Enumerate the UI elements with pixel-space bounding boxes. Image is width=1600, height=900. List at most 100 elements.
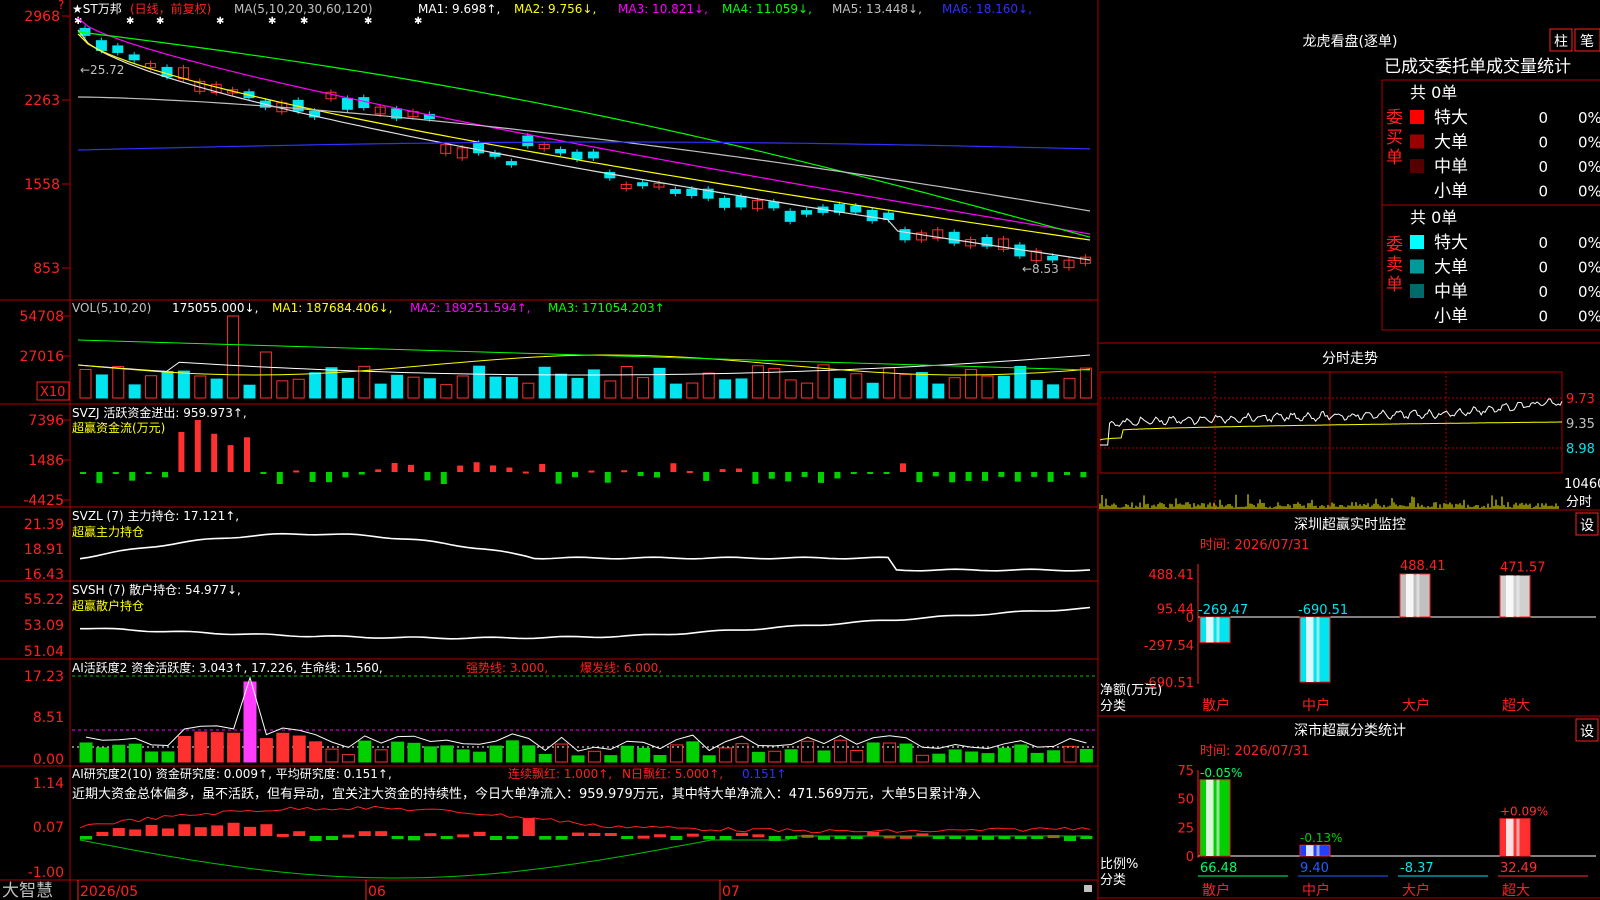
research-bar: [818, 836, 830, 840]
bar-shine: [1206, 617, 1214, 643]
volume-bar: [227, 315, 240, 399]
activity-bar: [456, 749, 470, 763]
candle-body: [801, 210, 813, 215]
svg-text:✱: ✱: [364, 16, 372, 27]
volume-bar: [817, 364, 830, 399]
change-label: +0.09%: [1500, 805, 1548, 819]
activity-bar: [145, 751, 159, 763]
activity-bar: [194, 731, 208, 763]
bar-value-label: -690.51: [1298, 603, 1348, 618]
candle-body: [784, 210, 796, 222]
ai-activity-y-axis: 17.23 8.51 0.00: [24, 669, 64, 768]
ratio-bars: -0.05% 66.48 散户 -0.13% 9.40 中户 -8.37 大户 +0.09% 32…: [1198, 766, 1588, 899]
bar-shine: [1506, 818, 1514, 856]
order-percent: 0%: [1578, 283, 1600, 301]
research-bar: [375, 831, 388, 836]
order-type-label: 中单: [1434, 282, 1468, 302]
flow-bar: [490, 465, 496, 472]
flow-bar: [276, 472, 283, 485]
flow-bar: [309, 472, 316, 482]
lock-icon[interactable]: [1084, 885, 1092, 892]
research-green-line: [79, 835, 1090, 879]
flow-bar: [572, 472, 578, 478]
ai-research-y-axis: 1.14 0.07 -1.00: [28, 776, 64, 881]
order-percent: 0%: [1578, 234, 1600, 252]
order-type-label: 特大: [1434, 233, 1468, 253]
activity-bar: [620, 745, 634, 763]
order-count: 0: [1538, 283, 1548, 301]
research-bar: [473, 831, 486, 836]
flow-bar: [358, 472, 365, 475]
flow-bar: [654, 472, 660, 478]
activity-bar: [1079, 749, 1093, 763]
candle-body: [866, 209, 878, 222]
flow-bar: [834, 472, 841, 479]
volume-bar: [1047, 384, 1060, 399]
change-label: -0.13%: [1300, 831, 1342, 845]
order-count: 0: [1538, 158, 1548, 176]
research-bar: [194, 827, 207, 836]
order-count: 0: [1538, 234, 1548, 252]
retail-holding-line: [80, 606, 1091, 640]
activity-bar: [850, 749, 864, 763]
activity-bar: [866, 742, 880, 763]
ai-research-header: AI研究度2(10) 资金研究度: 0.009↑, 平均研究度: 0.151↑,…: [72, 766, 981, 802]
y-tick-label: 1.14: [33, 776, 64, 792]
order-count: 0: [1538, 308, 1548, 326]
stats-time: 时间: 2026/07/31: [1200, 744, 1309, 759]
ma-label: MA5: 13.448↓,: [832, 2, 922, 16]
activity-bar: [719, 747, 733, 763]
dragon-header: 已成交委托单成交量统计: [1384, 57, 1571, 77]
activity-bar: [833, 739, 847, 763]
ai-research-title: AI研究度2(10) 资金研究度: 0.009↑, 平均研究度: 0.151↑,: [72, 766, 392, 781]
svzl-header: SVZL (7) 主力持仓: 17.121↑, 超赢主力持仓: [72, 508, 239, 539]
period-note: (日线，前复权): [130, 1, 211, 16]
activity-bar: [965, 751, 979, 763]
volume-bar: [161, 371, 174, 399]
flow-bar: [80, 472, 86, 474]
sell-total: 共 0单: [1410, 208, 1457, 227]
flow-bar: [145, 472, 152, 474]
y-tick-label: 0.00: [33, 752, 64, 768]
order-count: 0: [1538, 134, 1548, 152]
y-tick-label: 2263: [24, 93, 60, 109]
y-tick-label: 0: [1186, 611, 1194, 626]
volume-bar: [194, 375, 207, 399]
research-bar: [604, 832, 617, 836]
activity-bar: [686, 741, 700, 763]
volume-bar: [505, 376, 518, 399]
candle-body: [555, 148, 567, 154]
date-label: 2026/05: [80, 884, 138, 900]
ma-label: MA1: 9.698↑,: [418, 2, 500, 16]
research-bar: [637, 835, 650, 839]
buy-total: 共 0单: [1410, 83, 1457, 102]
order-percent: 0%: [1578, 308, 1600, 326]
volume-bar: [391, 374, 404, 399]
research-bar: [424, 833, 437, 837]
activity-bar: [161, 751, 175, 763]
activity-bar: [817, 750, 831, 763]
bar-fill: [1399, 573, 1431, 618]
volume-bar: [374, 383, 387, 399]
order-type-label: 中单: [1434, 157, 1468, 177]
candle-body: [850, 205, 862, 213]
flow-bar: [326, 472, 332, 483]
volume-bar: [604, 380, 617, 399]
candle-body: [637, 182, 649, 187]
flow-bar: [194, 420, 201, 472]
volume-unit: X10: [40, 385, 65, 400]
order-count: 0: [1538, 109, 1548, 127]
order-type-label: 小单: [1434, 307, 1468, 327]
y-tick-label: 21.39: [24, 517, 64, 533]
stats-settings-label: 设: [1580, 724, 1594, 740]
flow-bar: [1047, 472, 1054, 482]
menu-icon[interactable]: ?: [58, 0, 64, 12]
candle-body: [341, 97, 353, 110]
y-tick-label: 1558: [24, 177, 60, 193]
y-tick-label: 54708: [19, 309, 64, 325]
research-bar: [276, 833, 289, 837]
research-bar: [227, 822, 240, 836]
research-bar: [1064, 836, 1076, 841]
activity-bar: [997, 747, 1011, 763]
flow-bar: [932, 472, 939, 477]
